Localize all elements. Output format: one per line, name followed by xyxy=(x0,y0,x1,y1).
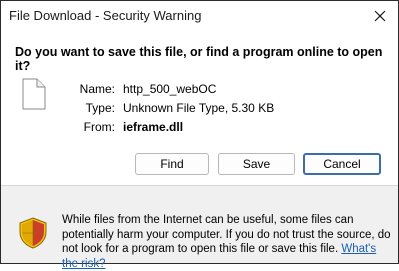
security-shield-icon xyxy=(19,217,47,249)
download-question: Do you want to save this file, or find a… xyxy=(15,45,383,73)
security-warning-text: While files from the Internet can be use… xyxy=(62,213,394,271)
file-source: ieframe.dll xyxy=(123,120,184,134)
file-type: Unknown File Type, 5.30 KB xyxy=(123,101,275,115)
name-label: Name: xyxy=(79,82,115,96)
security-warning-dialog: File Download - Security Warning Do you … xyxy=(0,0,399,270)
cancel-button[interactable]: Cancel xyxy=(303,153,381,175)
type-label: Type: xyxy=(85,101,115,115)
dialog-content: Do you want to save this file, or find a… xyxy=(1,31,398,185)
close-button[interactable] xyxy=(368,4,392,28)
close-icon xyxy=(374,10,386,22)
from-label: From: xyxy=(83,120,115,134)
find-button[interactable]: Find xyxy=(135,153,209,175)
window-title: File Download - Security Warning xyxy=(9,8,202,23)
document-icon xyxy=(22,78,46,110)
security-footer: While files from the Internet can be use… xyxy=(1,186,398,270)
save-button[interactable]: Save xyxy=(218,153,295,175)
file-name: http_500_webOC xyxy=(123,82,217,96)
title-bar[interactable]: File Download - Security Warning xyxy=(1,1,398,31)
